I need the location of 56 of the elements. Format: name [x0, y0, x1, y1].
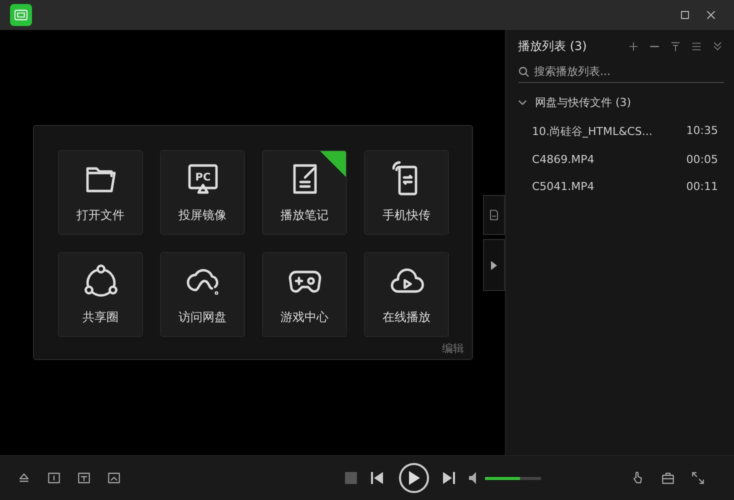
share-circle-icon — [82, 263, 118, 299]
previous-icon — [371, 472, 383, 484]
note-tab-button[interactable] — [483, 195, 505, 235]
monitor-frame — [188, 164, 218, 190]
toolbox-button[interactable] — [660, 470, 676, 486]
feature-tile[interactable]: 共享圈 — [58, 252, 143, 337]
feature-tile[interactable]: 在线播放 — [364, 252, 449, 337]
pc-label: PC — [194, 172, 210, 184]
close-icon — [704, 8, 718, 22]
plus-icon — [627, 40, 640, 53]
sort-button[interactable] — [669, 40, 682, 53]
volume-slider[interactable] — [485, 476, 541, 480]
expand-panel-button[interactable] — [483, 239, 505, 291]
feature-tile[interactable]: 游戏中心 — [262, 252, 347, 337]
note-icon — [487, 208, 501, 222]
sort-icon — [669, 40, 682, 53]
feature-tile[interactable]: 打开文件 — [58, 150, 143, 235]
caret-icon — [491, 260, 497, 270]
duration: 00:05 — [686, 153, 718, 166]
search-icon — [518, 66, 530, 78]
search-field[interactable]: 搜索播放列表... — [534, 65, 724, 78]
previous-button[interactable] — [371, 472, 383, 484]
info-icon — [46, 470, 62, 486]
double-chevron-icon — [711, 40, 724, 53]
subtitle-icon — [76, 470, 92, 486]
feature-tile[interactable]: 播放笔记 — [262, 150, 347, 235]
screen-icon — [106, 470, 122, 486]
menu-icon — [690, 40, 703, 53]
screen-button[interactable] — [106, 470, 122, 486]
add-button[interactable] — [627, 40, 640, 53]
toolbox-icon — [660, 470, 676, 486]
square-icon — [678, 8, 692, 22]
duration: 10:35 — [686, 124, 718, 139]
list-menu-button[interactable] — [690, 40, 703, 53]
fullscreen-icon — [690, 470, 706, 486]
feature-tile[interactable]: 手机快传 — [364, 150, 449, 235]
fullscreen-button[interactable] — [690, 470, 706, 486]
file-name[interactable]: 10.尚硅谷_HTML&CS... — [532, 124, 652, 139]
file-name[interactable]: C4869.MP4 — [532, 153, 594, 166]
triangle-icon — [196, 184, 208, 194]
next-button[interactable] — [443, 472, 455, 484]
subtitle-button[interactable] — [76, 470, 92, 486]
duration: 00:11 — [686, 180, 718, 193]
stop-icon — [345, 472, 357, 484]
info-button[interactable] — [46, 470, 62, 486]
play-button[interactable] — [399, 463, 429, 493]
feature-tile[interactable]: 访问网盘 — [160, 252, 245, 337]
collapse-button[interactable] — [711, 40, 724, 53]
play-icon — [408, 471, 420, 485]
file-name[interactable]: C5041.MP4 — [532, 180, 594, 193]
feature-tile[interactable]: PC 投屏镜像 — [160, 150, 245, 235]
next-icon — [443, 472, 455, 484]
edit-link[interactable]: 编辑 — [442, 341, 464, 356]
app-logo-icon — [10, 4, 32, 26]
playlist-group[interactable]: 网盘与快传文件 (3) — [518, 95, 632, 110]
playlist-title: 播放列表 (3) — [518, 38, 588, 55]
